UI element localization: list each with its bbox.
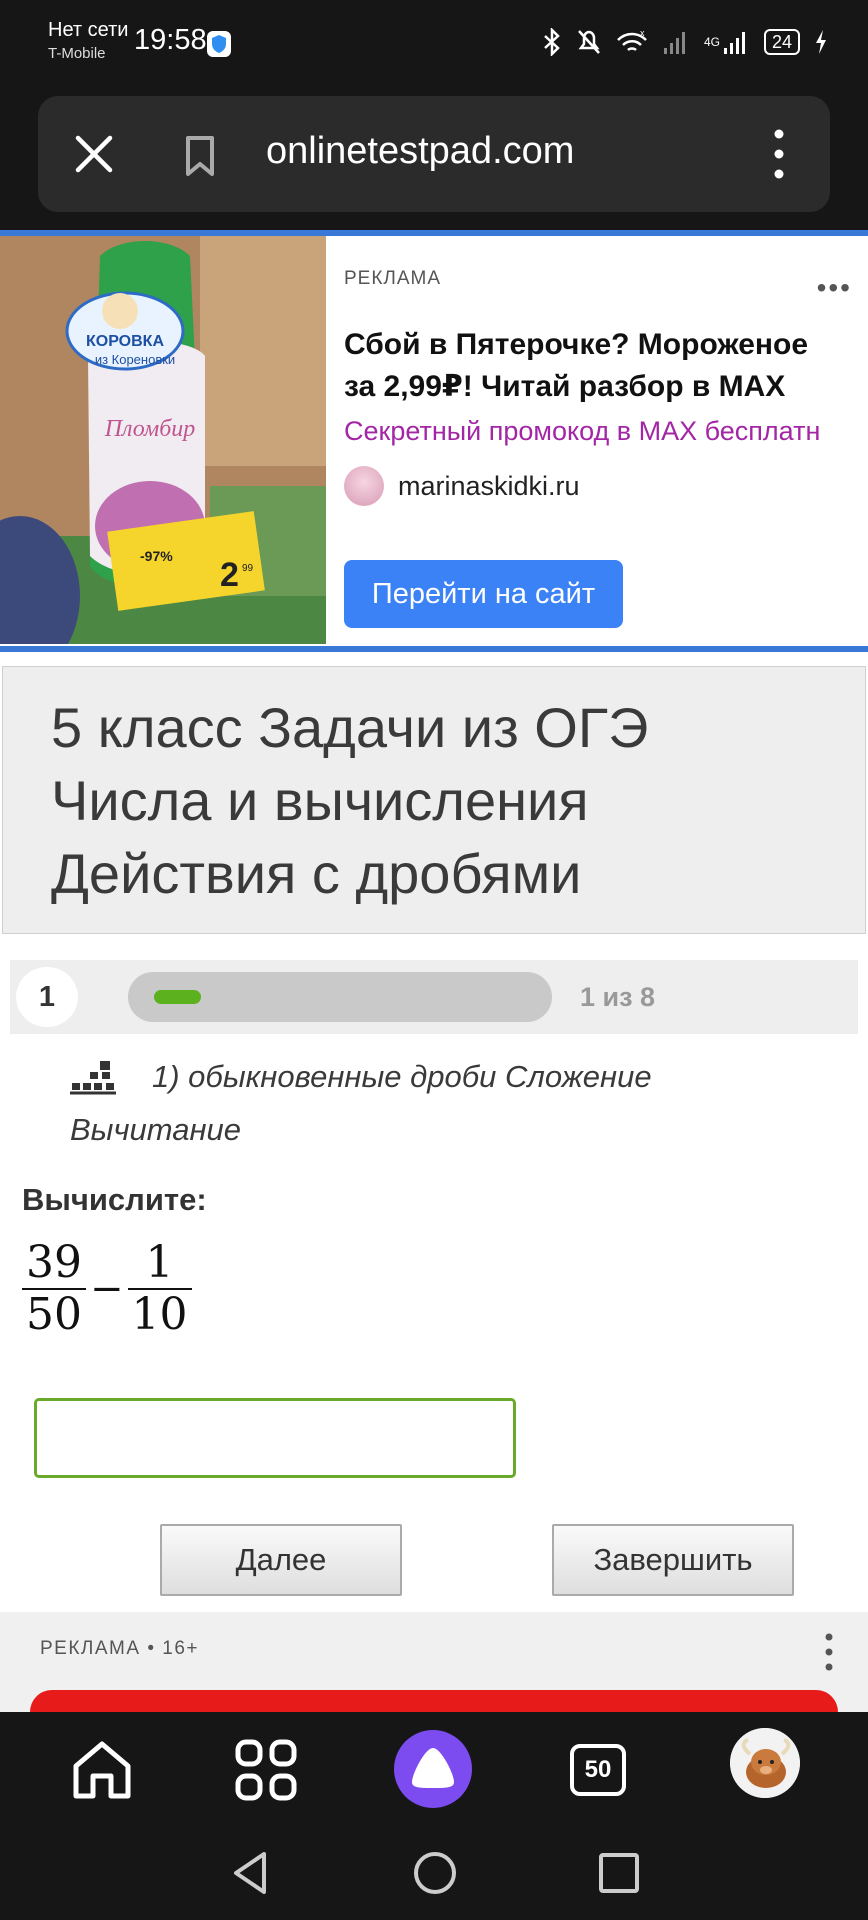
ad-banner[interactable]: КОРОВКА из Кореновки Пломбир -97% 2 99 Р…	[0, 236, 868, 646]
price-small-text: 99	[242, 563, 254, 574]
fraction-1-numerator: 39	[26, 1237, 82, 1288]
signal-4g-icon	[723, 32, 745, 54]
tabs-count: 50	[570, 1744, 626, 1796]
mobile-signal: 4G	[704, 28, 750, 56]
progress-fill	[154, 990, 201, 1004]
progress-bar	[128, 972, 552, 1022]
advertiser-avatar	[344, 466, 384, 506]
battery-indicator: 24	[763, 29, 800, 55]
progress-row: 1 1 из 8	[10, 960, 858, 1034]
progress-count: 1 из 8	[580, 982, 656, 1012]
title-line-1: 5 класс Задачи из ОГЭ	[51, 696, 649, 759]
fraction-1-denominator: 50	[26, 1289, 82, 1340]
bottom-navigation: 50	[0, 1712, 868, 1920]
question-prompt: Вычислите:	[22, 1182, 207, 1217]
browser-toolbar: onlinetestpad.com	[0, 92, 868, 230]
ad-promo-text[interactable]: Секретный промокод в MAX бесплатн	[344, 416, 850, 447]
recent-apps-icon[interactable]	[594, 1848, 644, 1898]
bookmark-icon[interactable]	[180, 134, 220, 178]
title-line-3: Действия с дробями	[51, 842, 582, 905]
advertiser-site: marinaskidki.ru	[398, 470, 580, 501]
carrier-info: Нет сети T-Mobile	[48, 18, 128, 66]
go-to-site-button[interactable]: Перейти на сайт	[344, 560, 623, 628]
system-home-icon[interactable]	[410, 1848, 460, 1898]
more-horizontal-icon[interactable]: •••	[817, 272, 852, 304]
test-header: 5 класс Задачи из ОГЭ Числа и вычисления…	[2, 666, 866, 934]
minus-operator: −	[90, 1266, 124, 1312]
more-vertical-icon[interactable]	[824, 1632, 834, 1672]
question-number: 1	[16, 967, 78, 1027]
ad-advertiser[interactable]: marinaskidki.ru	[344, 466, 580, 506]
answer-input[interactable]	[34, 1398, 516, 1478]
status-bar: Нет сети T-Mobile 19:58 x 4G 24	[0, 0, 868, 92]
operator-name: T-Mobile	[48, 45, 106, 62]
discount-text: -97%	[140, 548, 173, 564]
ad-image[interactable]: КОРОВКА из Кореновки Пломбир -97% 2 99	[0, 236, 326, 644]
clock: 19:58	[134, 24, 207, 56]
math-expression: 39 50 − 1 10	[22, 1238, 192, 1340]
title-line-2: Числа и вычисления	[51, 769, 589, 832]
fraction-2: 1 10	[127, 1237, 192, 1340]
product-text: Пломбир	[104, 416, 196, 442]
back-icon[interactable]	[226, 1848, 276, 1898]
price-main-text: 2	[220, 556, 239, 594]
alice-assistant-button[interactable]	[394, 1730, 472, 1808]
tabs-button[interactable]: 50	[562, 1734, 634, 1806]
finish-button[interactable]: Завершить	[552, 1524, 794, 1596]
fraction-1: 39 50	[22, 1238, 86, 1340]
fraction-2-numerator: 1	[145, 1237, 174, 1288]
fraction-2-denominator: 10	[131, 1289, 188, 1340]
svg-text:x: x	[640, 28, 645, 38]
next-button[interactable]: Далее	[160, 1524, 402, 1596]
category-text: 1) обыкновенные дроби Сложение Вычитание	[70, 1059, 652, 1147]
services-grid-icon[interactable]	[230, 1734, 302, 1806]
home-icon[interactable]	[66, 1734, 138, 1806]
signal-icon	[663, 32, 685, 54]
charging-icon	[816, 30, 826, 54]
wifi-icon: x	[617, 28, 647, 51]
more-vertical-icon[interactable]	[774, 128, 784, 180]
ad-label: РЕКЛАМА	[344, 268, 442, 289]
divider	[0, 646, 868, 652]
network-status: Нет сети	[48, 19, 129, 41]
bluetooth-icon	[544, 28, 560, 56]
ad-title[interactable]: Сбой в Пятерочке? Мороженое за 2,99₽! Чи…	[344, 324, 844, 408]
yak-avatar-icon	[730, 1728, 800, 1798]
status-icons: x 4G 24	[542, 28, 828, 56]
network-type: 4G	[703, 35, 720, 49]
alice-icon	[412, 1748, 454, 1788]
page-title: 5 класс Задачи из ОГЭ Числа и вычисления…	[51, 691, 648, 910]
question-category: 1) обыкновенные дроби Сложение Вычитание	[70, 1050, 790, 1156]
hierarchy-icon	[70, 1060, 116, 1095]
url-text[interactable]: onlinetestpad.com	[266, 130, 574, 173]
ice-cream-photo: КОРОВКА из Кореновки Пломбир -97% 2 99	[0, 236, 326, 644]
avatar[interactable]	[730, 1728, 800, 1798]
address-bar[interactable]: onlinetestpad.com	[38, 96, 830, 212]
brand-text-1: КОРОВКА	[86, 333, 164, 350]
ad-banner-bottom[interactable]: РЕКЛАМА • 16+	[0, 1612, 868, 1730]
shield-icon	[207, 31, 231, 57]
close-icon[interactable]	[72, 132, 116, 176]
brand-text-2: из Кореновки	[95, 352, 175, 367]
bell-muted-icon	[578, 30, 600, 54]
ad-label: РЕКЛАМА • 16+	[40, 1638, 199, 1659]
